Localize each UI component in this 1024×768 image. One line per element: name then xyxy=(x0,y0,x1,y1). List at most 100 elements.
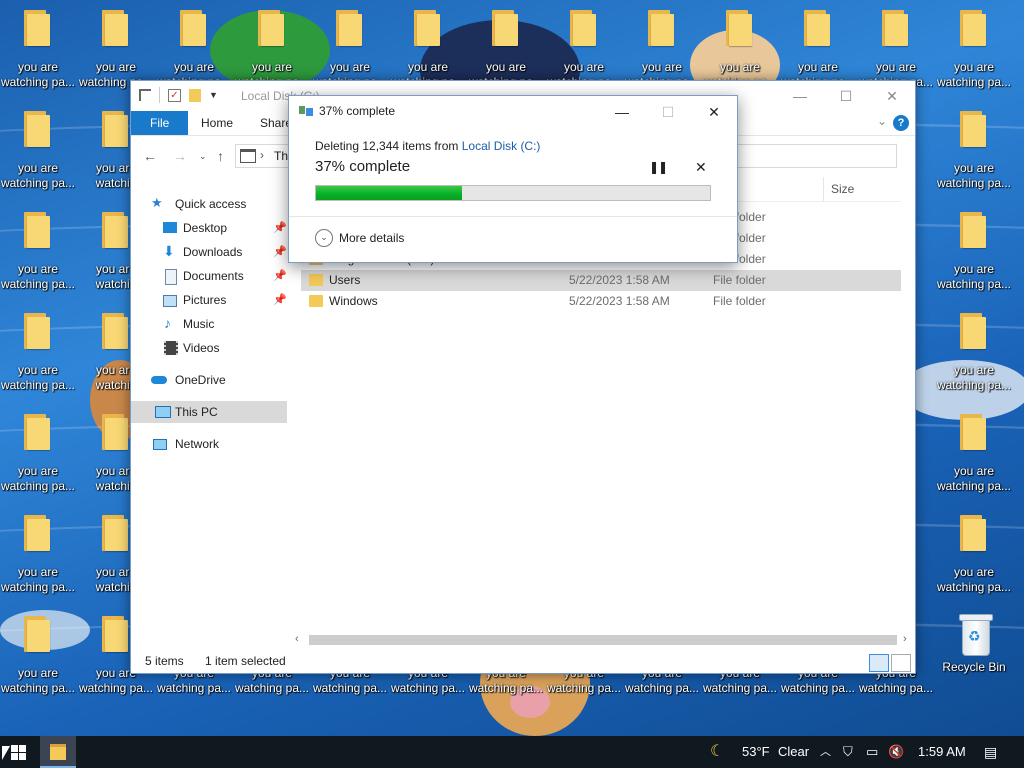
pause-button[interactable]: ❚❚ xyxy=(649,160,668,174)
maximize-button[interactable]: ☐ xyxy=(823,81,869,111)
details-view-icon[interactable] xyxy=(869,654,889,672)
desktop-folder-shortcut[interactable]: you arewatching pa... xyxy=(936,6,1012,92)
close-icon: ✕ xyxy=(708,104,720,120)
label-line-2: watching pa... xyxy=(858,681,934,695)
forward-arrow-icon[interactable]: → xyxy=(173,148,187,164)
label-line-1: you are xyxy=(719,60,761,74)
taskbar-file-explorer[interactable] xyxy=(40,736,76,768)
label-line-2: watching pa... xyxy=(0,580,76,594)
scroll-left-icon[interactable]: ‹ xyxy=(295,633,299,645)
label-line-2: watching pa... xyxy=(78,681,154,695)
new-folder-icon[interactable] xyxy=(189,88,201,102)
tab-file[interactable]: File xyxy=(131,111,189,135)
label-line-1: you are xyxy=(17,262,59,276)
dialog-divider xyxy=(289,216,737,217)
security-shield-icon[interactable]: ⛉ xyxy=(843,736,853,768)
nav-item-downloads[interactable]: ⬇ Downloads 📌 xyxy=(163,241,287,263)
desktop-icon-label: you arewatching pa... xyxy=(0,161,76,191)
help-button[interactable]: ? xyxy=(893,115,909,131)
folder-icon xyxy=(570,10,596,46)
recycle-bin[interactable]: ♻ Recycle Bin xyxy=(936,612,1012,674)
row-name: Windows xyxy=(329,294,378,308)
scrollbar-thumb[interactable] xyxy=(309,635,897,645)
show-hidden-icons-chevron-icon[interactable]: ︿ xyxy=(820,736,831,768)
moon-weather-icon[interactable]: ☾ xyxy=(710,736,724,768)
up-arrow-icon[interactable]: ↑ xyxy=(217,148,224,164)
large-icons-view-icon[interactable] xyxy=(891,654,911,672)
pin-icon[interactable]: 📌 xyxy=(273,217,287,239)
table-row[interactable]: Windows 5/22/2023 1:58 AM File folder xyxy=(301,291,901,312)
folder-icon xyxy=(309,274,323,286)
nav-label: Videos xyxy=(183,341,220,355)
source-link[interactable]: Local Disk (C:) xyxy=(462,139,541,153)
nav-item-desktop[interactable]: Desktop 📌 xyxy=(163,217,287,239)
notifications-icon[interactable]: ▤ xyxy=(984,736,997,768)
clock[interactable]: 1:59 AM xyxy=(918,736,966,768)
recent-locations-chevron-icon[interactable]: ⌄ xyxy=(199,151,207,162)
back-arrow-icon[interactable]: ← xyxy=(143,148,157,164)
recycle-bin-icon: ♻ xyxy=(959,614,993,656)
weather-condition[interactable]: Clear xyxy=(778,736,809,768)
desktop-icon-label: you arewatching pa... xyxy=(0,565,76,595)
scroll-right-icon[interactable]: › xyxy=(903,633,907,645)
label-line-1: you are xyxy=(797,60,839,74)
column-header-size[interactable]: Size xyxy=(831,182,854,196)
customize-toolbar-chevron-icon[interactable]: ▼ xyxy=(209,90,218,100)
desktop-folder-shortcut[interactable]: you arewatching pa... xyxy=(0,410,76,496)
dialog-maximize-button[interactable]: ☐ xyxy=(645,98,691,126)
folder-icon xyxy=(24,414,50,450)
pin-icon[interactable]: 📌 xyxy=(273,289,287,311)
toolbar-divider xyxy=(159,87,160,103)
tab-home[interactable]: Home xyxy=(187,111,247,135)
drive-icon xyxy=(240,149,256,163)
cancel-button[interactable]: ✕ xyxy=(695,159,707,176)
horizontal-scrollbar[interactable]: ‹ › xyxy=(293,633,913,647)
minimize-button[interactable]: — xyxy=(777,81,823,111)
nav-item-documents[interactable]: Documents 📌 xyxy=(163,265,287,287)
label-line-1: you are xyxy=(17,60,59,74)
folder-icon xyxy=(960,212,986,248)
label-line-1: you are xyxy=(17,666,59,680)
desktop-folder-shortcut[interactable]: you arewatching pa... xyxy=(936,107,1012,193)
desktop-folder-shortcut[interactable]: you arewatching pa... xyxy=(0,6,76,92)
nav-label: This PC xyxy=(175,405,218,419)
dialog-close-button[interactable]: ✕ xyxy=(691,98,737,126)
label-line-2: watching pa... xyxy=(936,75,1012,89)
desktop-folder-shortcut[interactable]: you arewatching pa... xyxy=(0,612,76,698)
desktop-folder-shortcut[interactable]: you arewatching pa... xyxy=(936,309,1012,395)
expand-ribbon-chevron-icon[interactable]: ⌄ xyxy=(877,114,887,128)
desktop-folder-shortcut[interactable]: you arewatching pa... xyxy=(0,107,76,193)
nav-item-pictures[interactable]: Pictures 📌 xyxy=(163,289,287,311)
navigation-pane: ★ Quick access Desktop 📌 ⬇ Downloads 📌 D… xyxy=(131,177,287,637)
desktop-folder-shortcut[interactable]: you arewatching pa... xyxy=(936,410,1012,496)
table-row[interactable]: Users 5/22/2023 1:58 AM File folder xyxy=(301,270,901,291)
volume-muted-icon[interactable]: 🔇 xyxy=(888,736,904,768)
properties-icon[interactable] xyxy=(139,89,151,101)
pin-icon[interactable]: 📌 xyxy=(273,265,287,287)
network-status-icon[interactable]: ▭ xyxy=(866,736,878,768)
nav-item-this-pc[interactable]: This PC xyxy=(131,401,287,423)
desktop-folder-shortcut[interactable]: you arewatching pa... xyxy=(0,309,76,395)
cloud-icon xyxy=(151,376,167,384)
close-button[interactable]: ✕ xyxy=(869,81,915,111)
folder-icon xyxy=(24,313,50,349)
folder-icon xyxy=(492,10,518,46)
desktop-icon-label: you arewatching pa... xyxy=(0,60,76,90)
label-line-2: watching pa... xyxy=(0,176,76,190)
pin-icon[interactable]: 📌 xyxy=(273,241,287,263)
desktop-icon-label: you arewatching pa... xyxy=(0,666,76,696)
document-icon xyxy=(165,269,177,285)
chevron-down-icon: ⌄ xyxy=(315,229,333,247)
desktop-folder-shortcut[interactable]: you arewatching pa... xyxy=(0,511,76,597)
desktop-folder-shortcut[interactable]: you arewatching pa... xyxy=(0,208,76,294)
label-line-2: watching pa... xyxy=(312,681,388,695)
desktop-folder-shortcut[interactable]: you arewatching pa... xyxy=(936,208,1012,294)
minimize-icon: — xyxy=(615,104,629,120)
file-explorer-icon xyxy=(50,744,66,760)
temperature[interactable]: 53°F xyxy=(742,736,770,768)
desktop-folder-shortcut[interactable]: you arewatching pa... xyxy=(936,511,1012,597)
checkmark-icon[interactable]: ✓ xyxy=(168,88,181,102)
address-text: Th xyxy=(274,149,289,163)
dialog-minimize-button[interactable]: — xyxy=(599,98,645,126)
folder-icon xyxy=(24,616,50,652)
